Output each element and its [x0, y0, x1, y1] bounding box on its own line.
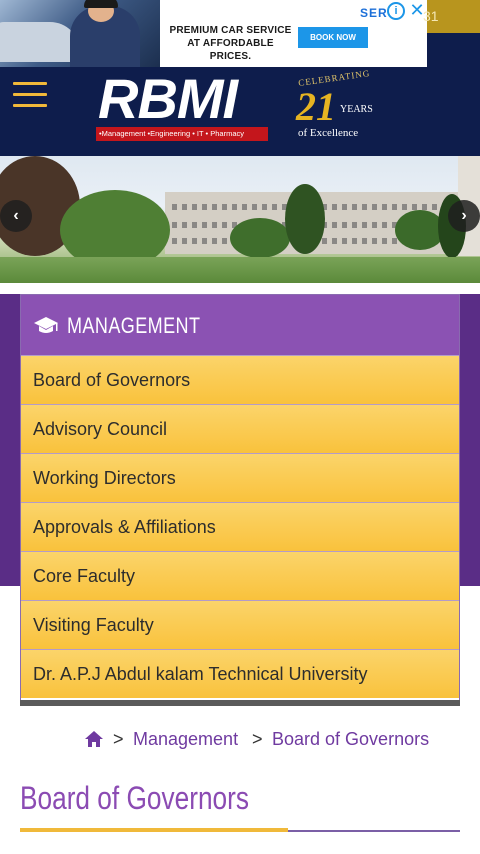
menu-bottom-bar [20, 700, 460, 706]
page: PREMIUM CAR SERVICE AT AFFORDABLE PRICES… [0, 0, 480, 854]
graduation-cap-icon [33, 315, 59, 341]
menu-item-working-directors[interactable]: Working Directors [21, 453, 459, 502]
menu-item-advisory-council[interactable]: Advisory Council [21, 404, 459, 453]
ad-brand-text: SER [360, 6, 388, 20]
info-icon[interactable]: i [387, 2, 405, 20]
chevron-right-icon[interactable]: › [448, 200, 480, 232]
site-logo[interactable]: RBMI •Management •Engineering • IT • Pha… [96, 69, 272, 143]
tree [285, 184, 325, 254]
page-title: Board of Governors [20, 780, 249, 816]
menu-header: MANAGEMENT [21, 295, 459, 355]
ad-image[interactable] [0, 0, 160, 67]
site-header: RBMI •Management •Engineering • IT • Pha… [0, 67, 480, 156]
breadcrumb-board-of-governors[interactable]: Board of Governors [272, 729, 429, 750]
years-label: YEARS [340, 104, 373, 115]
menu-item-board-of-governors[interactable]: Board of Governors [21, 355, 459, 404]
logo-tagline: •Management •Engineering • IT • Pharmacy [96, 127, 268, 141]
menu-item-aktu[interactable]: Dr. A.P.J Abdul kalam Technical Universi… [21, 649, 459, 698]
ad-text[interactable]: PREMIUM CAR SERVICE AT AFFORDABLE PRICES… [168, 24, 293, 63]
title-underline-accent [20, 828, 288, 832]
ad-text-line2: AT AFFORDABLE PRICES. [187, 38, 274, 62]
ad-corner-block: 31 [423, 0, 480, 33]
logo-text: RBMI [98, 67, 238, 130]
anniversary-badge: CELEBRATING 21 YEARS of Excellence [292, 68, 382, 151]
chevron-left-icon[interactable]: ‹ [0, 200, 32, 232]
menu-title: MANAGEMENT [67, 313, 201, 338]
breadcrumb-management[interactable]: Management [133, 729, 238, 750]
menu-item-core-faculty[interactable]: Core Faculty [21, 551, 459, 600]
home-icon[interactable] [85, 731, 103, 747]
menu-item-approvals-affiliations[interactable]: Approvals & Affiliations [21, 502, 459, 551]
tree [230, 218, 290, 258]
campus-image-slider[interactable]: ‹ › [0, 156, 480, 283]
excellence-text: of Excellence [298, 127, 359, 139]
ad-text-line1: PREMIUM CAR SERVICE [169, 25, 292, 36]
management-menu: MANAGEMENT Board of Governors Advisory C… [20, 294, 460, 704]
lawn [0, 257, 480, 283]
ad-corner-text: 31 [423, 8, 439, 24]
ad-book-now-button[interactable]: BOOK NOW [298, 27, 368, 48]
hamburger-icon[interactable] [13, 82, 47, 108]
header-strip [427, 33, 480, 67]
menu-item-visiting-faculty[interactable]: Visiting Faculty [21, 600, 459, 649]
breadcrumb-separator: > [252, 729, 263, 749]
years-number: 21 [296, 84, 336, 129]
ad-banner[interactable]: PREMIUM CAR SERVICE AT AFFORDABLE PRICES… [0, 0, 480, 67]
breadcrumb-separator: > [113, 729, 124, 749]
